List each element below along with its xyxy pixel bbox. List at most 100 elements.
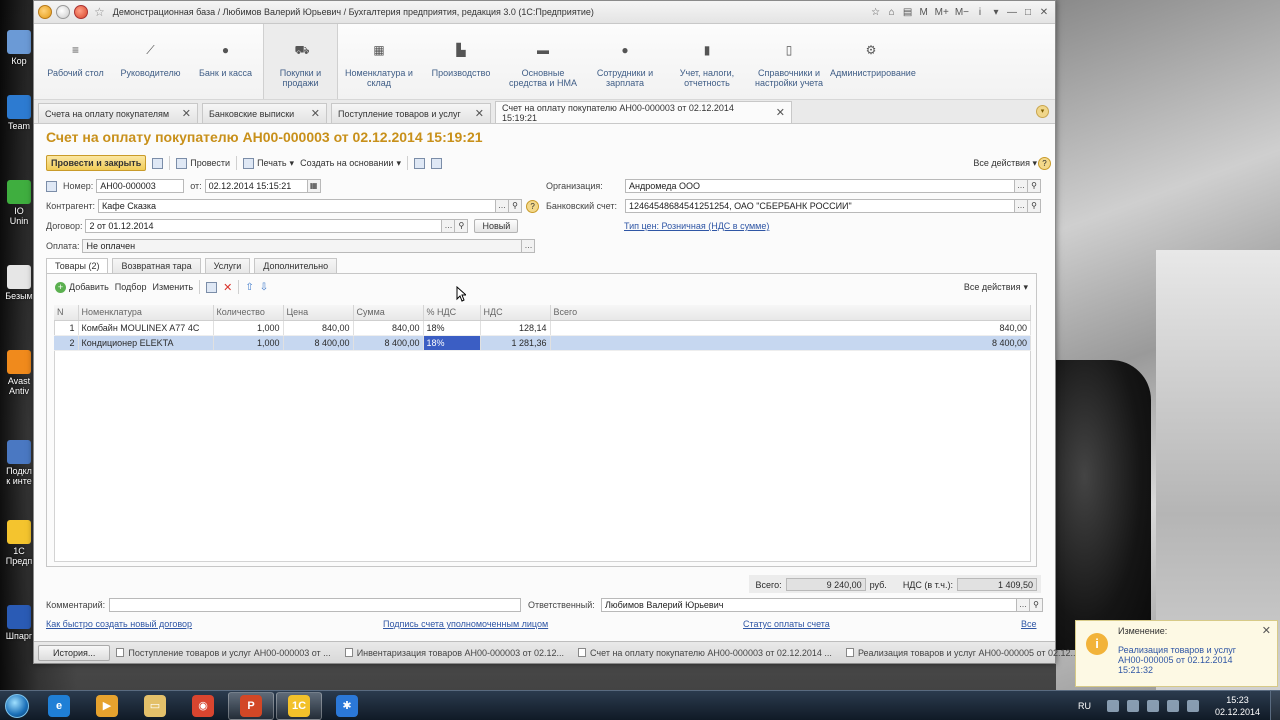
select-icon[interactable]: …	[1017, 598, 1030, 612]
title-tool-button[interactable]: M+	[935, 7, 949, 18]
section-coin[interactable]: ● Банк и касса	[188, 24, 263, 99]
bank-account-field[interactable]: 12464548684541251254, ОАО "СБЕРБАНК РОСС…	[625, 199, 1015, 213]
title-tool-button[interactable]: ▾	[991, 7, 1001, 18]
post-button[interactable]: Провести	[176, 157, 230, 169]
column-header[interactable]: Количество	[213, 305, 284, 321]
taskbar-app[interactable]: ✱	[324, 692, 370, 720]
close-icon[interactable]: ✕	[182, 107, 191, 120]
date-field[interactable]: 02.12.2014 15:15:21	[204, 179, 308, 193]
title-tool-button[interactable]: □	[1023, 7, 1033, 18]
select-icon[interactable]: …	[442, 219, 456, 233]
close-icon[interactable]: ✕	[776, 106, 785, 119]
title-tool-button[interactable]: —	[1007, 7, 1017, 18]
counterparty-field[interactable]: Кафе Сказка	[98, 199, 497, 213]
help-button[interactable]: ?	[1038, 156, 1051, 170]
section-factory[interactable]: ▙ Производство	[420, 24, 502, 99]
pick-button[interactable]: Подбор	[115, 282, 147, 292]
new-contract-button[interactable]: Новый	[474, 219, 519, 233]
create-contract-link[interactable]: Как быстро создать новый договор	[46, 619, 192, 629]
change-notification[interactable]: i Изменение: Реализация товаров и услуг …	[1075, 620, 1278, 687]
delete-icon[interactable]: ✕	[223, 281, 232, 294]
back-icon[interactable]	[56, 5, 70, 19]
power-icon[interactable]	[1186, 700, 1199, 712]
start-button[interactable]	[0, 691, 34, 720]
open-tab[interactable]: Поступление товаров и услуг ✕	[331, 103, 491, 123]
column-header[interactable]: % НДС	[423, 305, 481, 321]
desktop-shortcut[interactable]: Шпарг	[4, 605, 34, 641]
add-row-button[interactable]: + Добавить	[55, 281, 109, 293]
show-desktop-button[interactable]	[1270, 691, 1280, 720]
forward-icon[interactable]	[74, 5, 88, 19]
cell-total[interactable]: 8 400,00	[550, 335, 1031, 351]
network-icon[interactable]	[1126, 700, 1139, 712]
number-field[interactable]: АН00-000003	[96, 179, 185, 193]
responsible-field[interactable]: Любимов Валерий Юрьевич	[601, 598, 1017, 612]
cell-price[interactable]: 840,00	[283, 320, 354, 336]
cell-sum[interactable]: 840,00	[353, 320, 424, 336]
desktop-shortcut[interactable]: Подкл к инте	[4, 440, 34, 486]
section-person[interactable]: ● Сотрудники и зарплата	[584, 24, 666, 99]
title-tool-button[interactable]: M	[919, 7, 929, 18]
desktop-shortcut[interactable]: Avast Antiv	[4, 350, 34, 396]
section-gear[interactable]: ⚙ Администрирование	[830, 24, 916, 99]
open-search-icon[interactable]: ⚲	[455, 219, 469, 233]
cell-item[interactable]: Комбайн MOULINEX A77 4C	[78, 320, 214, 336]
taskbar-app[interactable]: ▶	[84, 692, 130, 720]
calendar-icon[interactable]: ▦	[307, 179, 321, 193]
select-icon[interactable]: …	[496, 199, 510, 213]
select-icon[interactable]: …	[1015, 179, 1028, 193]
document-tab[interactable]: Дополнительно	[254, 258, 338, 274]
column-header[interactable]: Сумма	[353, 305, 424, 321]
title-tool-button[interactable]: i	[975, 7, 985, 18]
open-search-icon[interactable]: ⚲	[1028, 179, 1041, 193]
comment-field[interactable]	[109, 598, 521, 612]
open-tab[interactable]: Банковские выписки ✕	[202, 103, 327, 123]
close-icon[interactable]: ✕	[475, 107, 484, 120]
column-header[interactable]: Всего	[550, 305, 1031, 321]
tray-arrow-icon[interactable]	[1106, 700, 1119, 712]
cell-qty[interactable]: 1,000	[213, 320, 284, 336]
cell-n[interactable]: 2	[54, 335, 79, 351]
language-indicator[interactable]: RU	[1078, 701, 1091, 711]
section-grid[interactable]: ▦ Номенклатура и склад	[338, 24, 420, 99]
section-bar-chart[interactable]: ▮ Учет, налоги, отчетность	[666, 24, 748, 99]
open-tab[interactable]: Счет на оплату покупателю АН00-000003 от…	[495, 101, 792, 123]
title-tool-button[interactable]: ▤	[903, 7, 913, 18]
desktop-shortcut[interactable]: Безым	[4, 265, 34, 301]
column-header[interactable]: N	[54, 305, 79, 321]
document-tab[interactable]: Возвратная тара	[112, 258, 201, 274]
cell-n[interactable]: 1	[54, 320, 79, 336]
desktop-shortcut[interactable]: Кор	[4, 30, 34, 66]
create-based-button[interactable]: Создать на основании ▾	[300, 158, 401, 169]
title-tool-button[interactable]: M−	[955, 7, 969, 18]
section-book[interactable]: ▯ Справочники и настройки учета	[748, 24, 830, 99]
taskbar-app[interactable]: ▭	[132, 692, 178, 720]
print-button[interactable]: Печать ▾	[243, 157, 294, 169]
all-actions-button[interactable]: Все действия ▾	[973, 158, 1037, 169]
save-icon[interactable]	[152, 157, 164, 169]
price-type-link[interactable]: Тип цен: Розничная (НДС в сумме)	[624, 221, 769, 231]
cell-vat[interactable]: 1 281,36	[480, 335, 551, 351]
section-chart-line[interactable]: ⟋ Руководителю	[113, 24, 188, 99]
select-icon[interactable]: …	[1015, 199, 1028, 213]
column-header[interactable]: НДС	[480, 305, 551, 321]
document-journal-icon[interactable]	[413, 157, 425, 169]
section-truck[interactable]: ▬ Основные средства и НМА	[502, 24, 584, 99]
contract-field[interactable]: 2 от 01.12.2014	[85, 219, 443, 233]
title-tool-button[interactable]: ✕	[1039, 7, 1049, 18]
payment-status-link[interactable]: Статус оплаты счета	[743, 619, 830, 629]
column-header[interactable]: Цена	[283, 305, 354, 321]
select-icon[interactable]: …	[522, 239, 536, 253]
document-tab[interactable]: Товары (2)	[46, 258, 109, 274]
flag-icon[interactable]	[1146, 700, 1159, 712]
cell-vat-rate[interactable]: 18%	[423, 335, 481, 351]
counterparty-help-icon[interactable]: ?	[526, 199, 540, 213]
history-button[interactable]: История...	[38, 644, 111, 661]
taskbar-app[interactable]: ◉	[180, 692, 226, 720]
cell-vat[interactable]: 128,14	[480, 320, 551, 336]
edit-button[interactable]: Изменить	[152, 282, 193, 292]
cell-sum[interactable]: 8 400,00	[353, 335, 424, 351]
notification-link[interactable]: Реализация товаров и услуг АН00-000005 о…	[1118, 645, 1238, 675]
cell-total[interactable]: 840,00	[550, 320, 1031, 336]
favorites-star-icon[interactable]: ☆	[94, 5, 105, 19]
